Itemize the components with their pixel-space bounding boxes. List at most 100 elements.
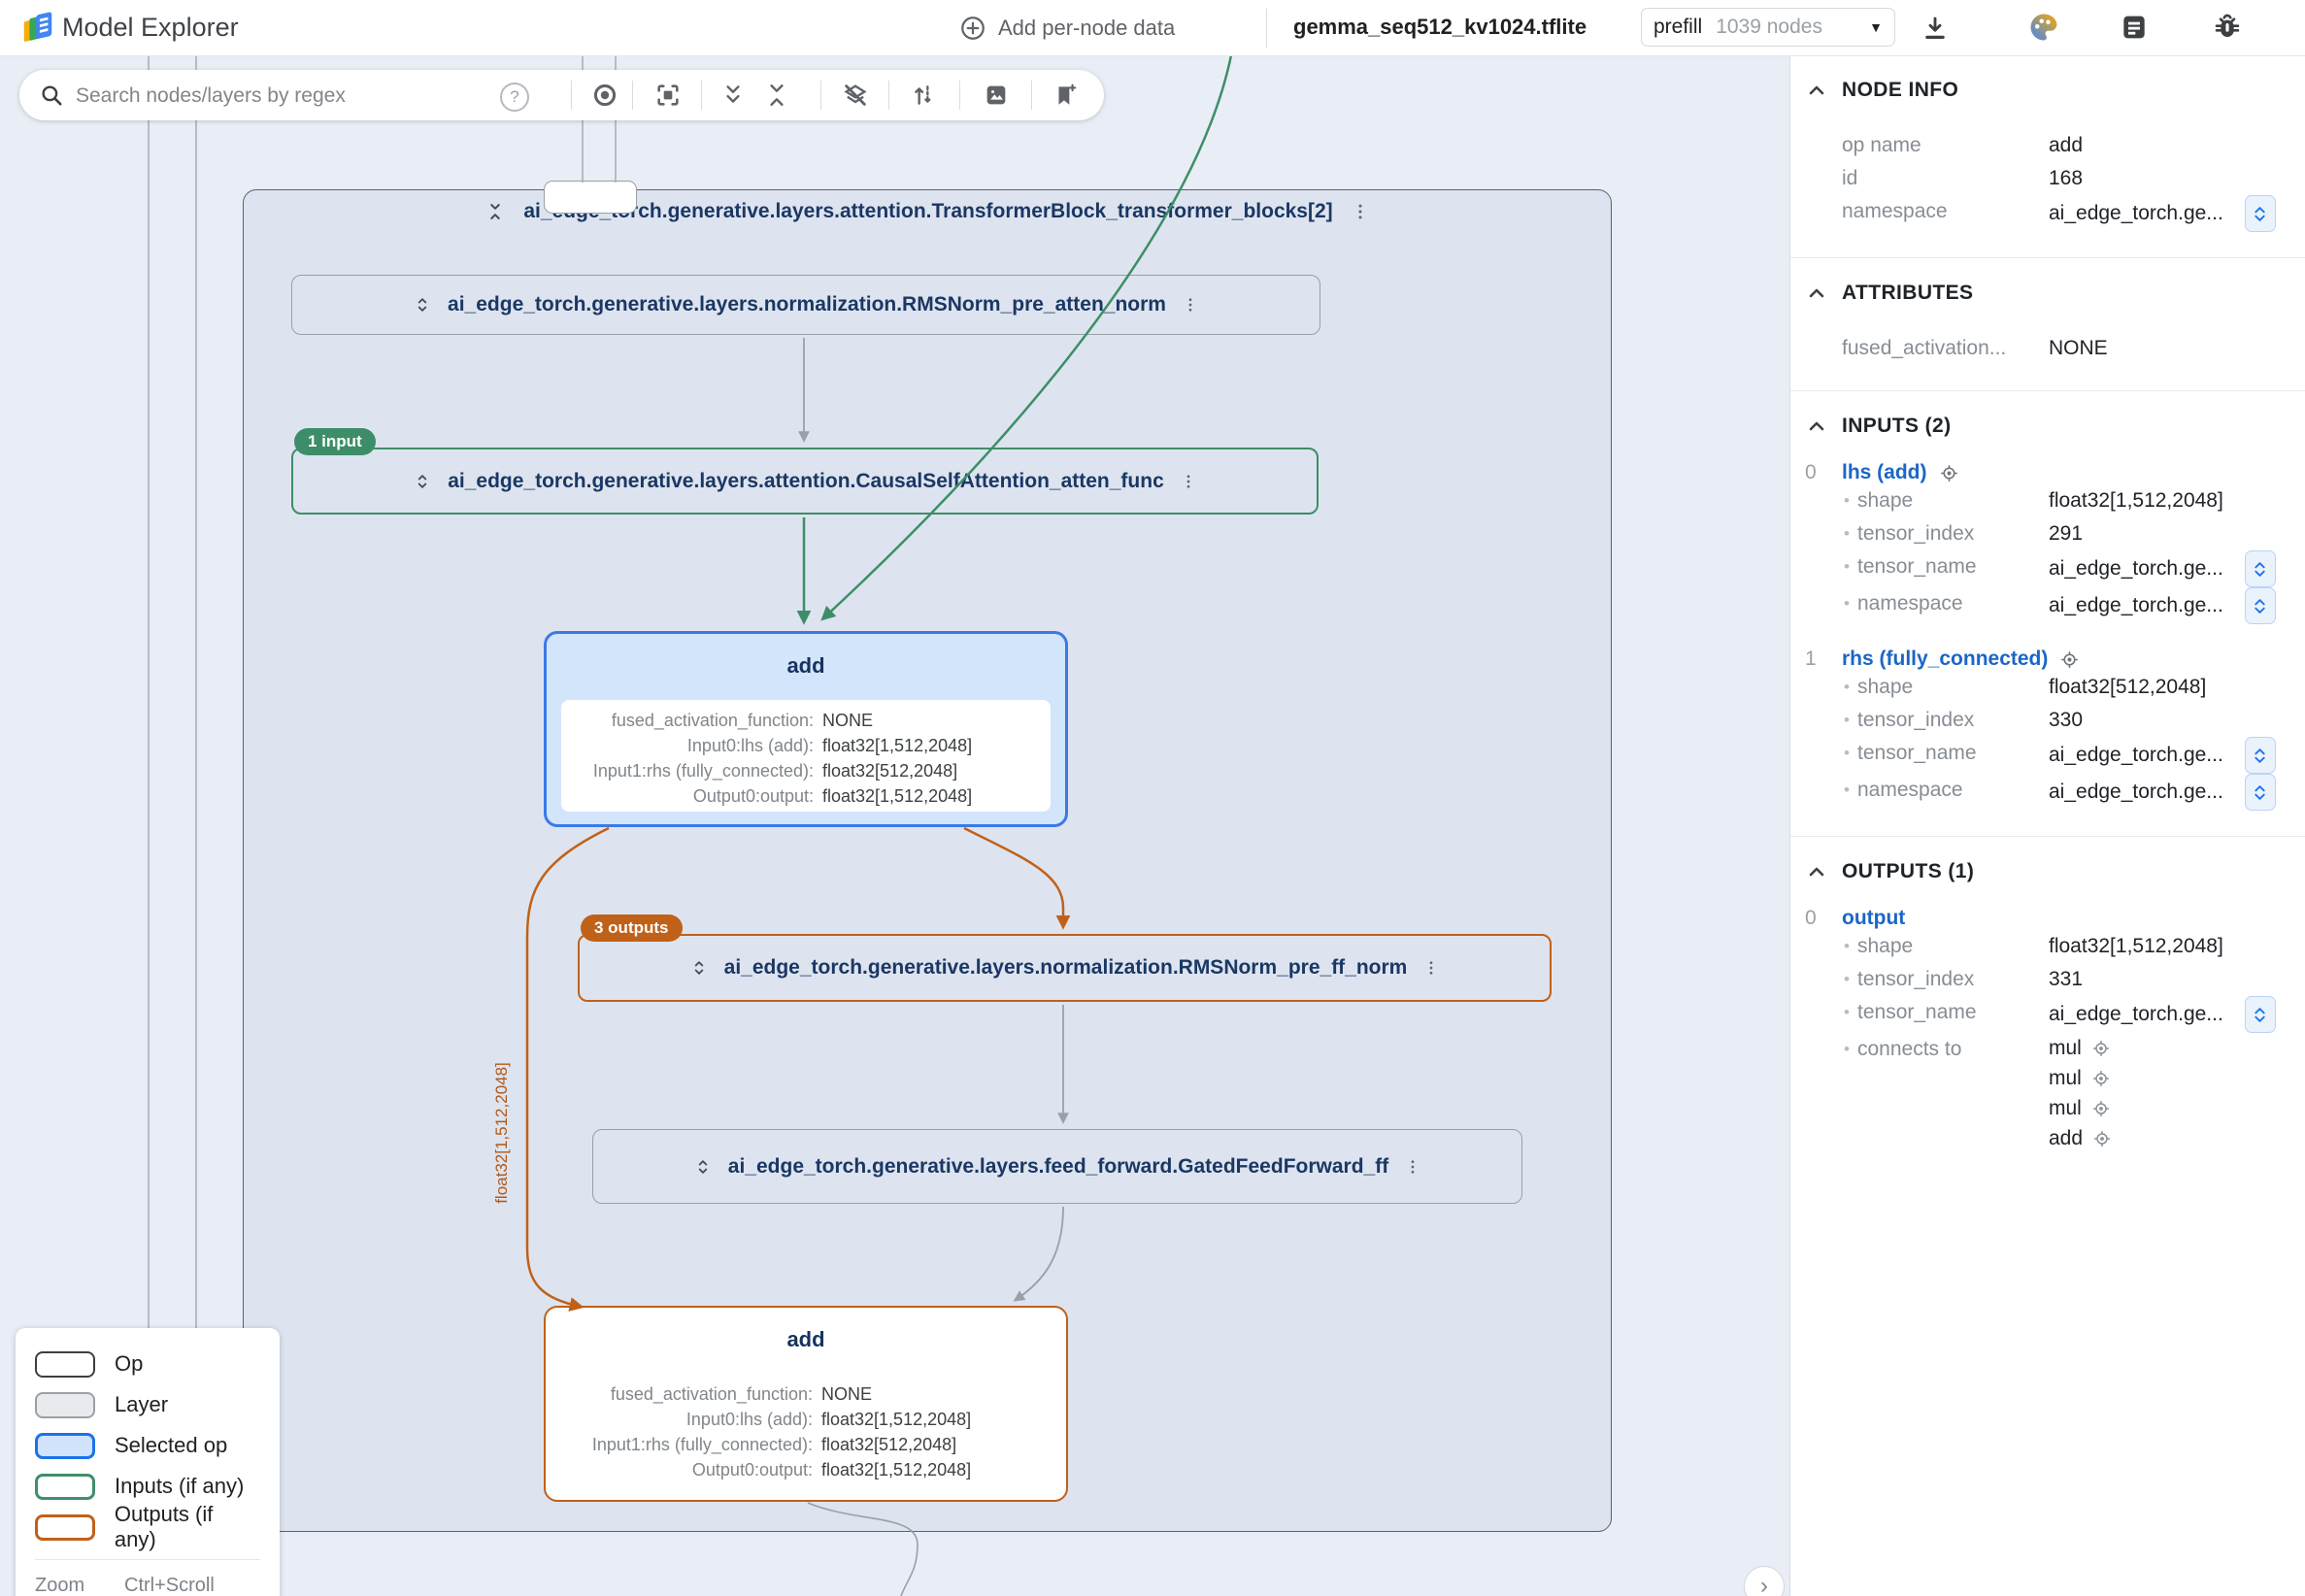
chevron-up-icon bbox=[1805, 282, 1828, 305]
node-menu-icon[interactable] bbox=[1180, 472, 1197, 491]
node-gated-feed-forward[interactable]: ai_edge_torch.generative.layers.feed_for… bbox=[592, 1129, 1522, 1204]
input-item-rhs: 1 rhs (fully_connected) •shapefloat32[51… bbox=[1790, 648, 2305, 811]
theme-palette-button[interactable] bbox=[2025, 9, 2062, 46]
attr-value: float32[512,2048] bbox=[821, 1432, 1042, 1457]
expand-node-icon[interactable] bbox=[413, 472, 432, 491]
locate-icon[interactable] bbox=[2091, 1099, 2111, 1118]
node-title: ai_edge_torch.generative.layers.normaliz… bbox=[448, 293, 1166, 316]
node-add-output[interactable]: add fused_activation_function:NONE Input… bbox=[544, 1306, 1068, 1502]
swap-vert-icon bbox=[911, 83, 936, 108]
node-add-selected[interactable]: add fused_activation_function:NONE Input… bbox=[544, 631, 1068, 827]
unfold-more-icon bbox=[2254, 1006, 2266, 1024]
graph-canvas[interactable]: ai_edge_torch.generative.layers.attentio… bbox=[0, 55, 1789, 1596]
info-key: id bbox=[1842, 162, 2049, 195]
double-chevron-down-icon bbox=[720, 83, 746, 108]
output-item: 0 output •shapefloat32[1,512,2048] •tens… bbox=[1790, 907, 2305, 1153]
node-info-header[interactable]: NODE INFO bbox=[1790, 79, 2305, 102]
io-value: ai_edge_torch.ge... bbox=[2049, 774, 2276, 811]
node-menu-icon[interactable] bbox=[1422, 958, 1440, 978]
inputs-header[interactable]: INPUTS (2) bbox=[1790, 415, 2305, 438]
expand-value-button[interactable] bbox=[2245, 996, 2276, 1033]
layer-swatch bbox=[35, 1392, 95, 1418]
connects-to-target[interactable]: add bbox=[2049, 1123, 2112, 1153]
locate-icon[interactable] bbox=[2092, 1129, 2112, 1148]
connects-to-target[interactable]: mul bbox=[2049, 1033, 2112, 1063]
layer-menu-icon[interactable] bbox=[1351, 201, 1370, 222]
bookmark-button[interactable] bbox=[1048, 78, 1083, 113]
collapse-layer-icon[interactable] bbox=[484, 201, 506, 222]
output-name-link[interactable]: output bbox=[1842, 907, 1905, 930]
expand-value-button[interactable] bbox=[2245, 774, 2276, 811]
legend-hint-zoom: Zoom Ctrl+Scroll bbox=[35, 1570, 260, 1596]
connects-to-target[interactable]: mul bbox=[2049, 1093, 2112, 1123]
dropdown-caret-icon: ▼ bbox=[1869, 19, 1883, 35]
hint-key: Zoom bbox=[35, 1575, 124, 1596]
expand-node-icon[interactable] bbox=[413, 295, 432, 315]
docs-button[interactable] bbox=[2117, 10, 2152, 45]
download-button[interactable] bbox=[1919, 12, 1952, 45]
input-name-link[interactable]: rhs (fully_connected) bbox=[1842, 648, 2048, 671]
node-causal-self-attention[interactable]: ai_edge_torch.generative.layers.attentio… bbox=[291, 448, 1319, 515]
legend-item-layer: Layer bbox=[35, 1384, 260, 1425]
expand-all-layers-button[interactable] bbox=[716, 78, 751, 113]
chevron-up-icon bbox=[1805, 79, 1828, 102]
zoom-to-fit-button[interactable] bbox=[651, 78, 685, 113]
panel-collapse-button[interactable]: › bbox=[1744, 1566, 1785, 1596]
expand-node-icon[interactable] bbox=[689, 958, 709, 978]
attributes-header[interactable]: ATTRIBUTES bbox=[1790, 282, 2305, 305]
locate-icon[interactable] bbox=[2091, 1039, 2111, 1058]
io-key: tensor_index bbox=[1857, 517, 2049, 550]
report-bug-button[interactable] bbox=[2210, 10, 2245, 45]
input-count-badge: 1 input bbox=[294, 428, 376, 455]
outputs-header[interactable]: OUTPUTS (1) bbox=[1790, 860, 2305, 883]
legend-label: Op bbox=[115, 1351, 143, 1377]
locate-icon[interactable] bbox=[1939, 463, 1959, 483]
attr-value: float32[512,2048] bbox=[822, 758, 1041, 783]
layers-off-icon bbox=[842, 82, 869, 109]
legend-panel: Op Layer Selected op Inputs (if any) Out… bbox=[16, 1328, 280, 1596]
bookmark-add-icon bbox=[1052, 83, 1078, 108]
connects-to-target[interactable]: mul bbox=[2049, 1063, 2112, 1093]
eye-icon bbox=[591, 82, 618, 109]
snapshot-button[interactable] bbox=[979, 78, 1014, 113]
flatten-layers-button[interactable] bbox=[838, 78, 873, 113]
node-menu-icon[interactable] bbox=[1182, 295, 1199, 315]
node-title: ai_edge_torch.generative.layers.attentio… bbox=[448, 470, 1164, 493]
layer-header[interactable]: ai_edge_torch.generative.layers.attentio… bbox=[244, 200, 1611, 223]
chevron-right-icon: › bbox=[1760, 1573, 1768, 1596]
node-rmsnorm-pre-atten-norm[interactable]: ai_edge_torch.generative.layers.normaliz… bbox=[291, 275, 1320, 335]
io-key: tensor_name bbox=[1857, 737, 2049, 774]
io-key: connects to bbox=[1857, 1033, 2049, 1066]
outputs-swatch bbox=[35, 1514, 95, 1541]
bug-icon bbox=[2212, 12, 2243, 43]
graph-node-count: 1039 nodes bbox=[1716, 16, 1855, 39]
graph-selector-dropdown[interactable]: prefill 1039 nodes ▼ bbox=[1641, 8, 1895, 47]
vertical-layout-button[interactable] bbox=[906, 78, 941, 113]
search-input[interactable] bbox=[74, 78, 447, 115]
expand-value-button[interactable] bbox=[2245, 195, 2276, 232]
node-rmsnorm-pre-ff-norm[interactable]: ai_edge_torch.generative.layers.normaliz… bbox=[578, 934, 1552, 1002]
double-chevron-collapse-icon bbox=[764, 83, 789, 108]
toolbar-divider bbox=[632, 81, 633, 110]
expand-value-button[interactable] bbox=[2245, 587, 2276, 624]
connects-to-list: mul mul mul add bbox=[2049, 1033, 2112, 1153]
add-per-node-data-button[interactable]: Add per-node data bbox=[959, 10, 1175, 47]
info-key: namespace bbox=[1842, 195, 2049, 232]
legend-item-selected-op: Selected op bbox=[35, 1425, 260, 1466]
partial-node bbox=[544, 181, 637, 214]
node-menu-icon[interactable] bbox=[1404, 1157, 1421, 1177]
locate-icon[interactable] bbox=[2091, 1069, 2111, 1088]
expand-node-icon[interactable] bbox=[693, 1157, 713, 1177]
toggle-visibility-button[interactable] bbox=[587, 78, 622, 113]
unfold-more-icon bbox=[2254, 597, 2266, 615]
legend-label: Selected op bbox=[115, 1433, 227, 1458]
expand-value-button[interactable] bbox=[2245, 550, 2276, 587]
info-value: add bbox=[2049, 129, 2083, 162]
search-help-icon[interactable]: ? bbox=[500, 83, 529, 112]
edge-tensor-shape-label: float32[1,512,2048] bbox=[492, 1062, 512, 1204]
input-name-link[interactable]: lhs (add) bbox=[1842, 461, 1927, 484]
info-row: op name add bbox=[1790, 129, 2305, 162]
collapse-all-layers-button[interactable] bbox=[759, 78, 794, 113]
expand-value-button[interactable] bbox=[2245, 737, 2276, 774]
locate-icon[interactable] bbox=[2059, 649, 2080, 670]
